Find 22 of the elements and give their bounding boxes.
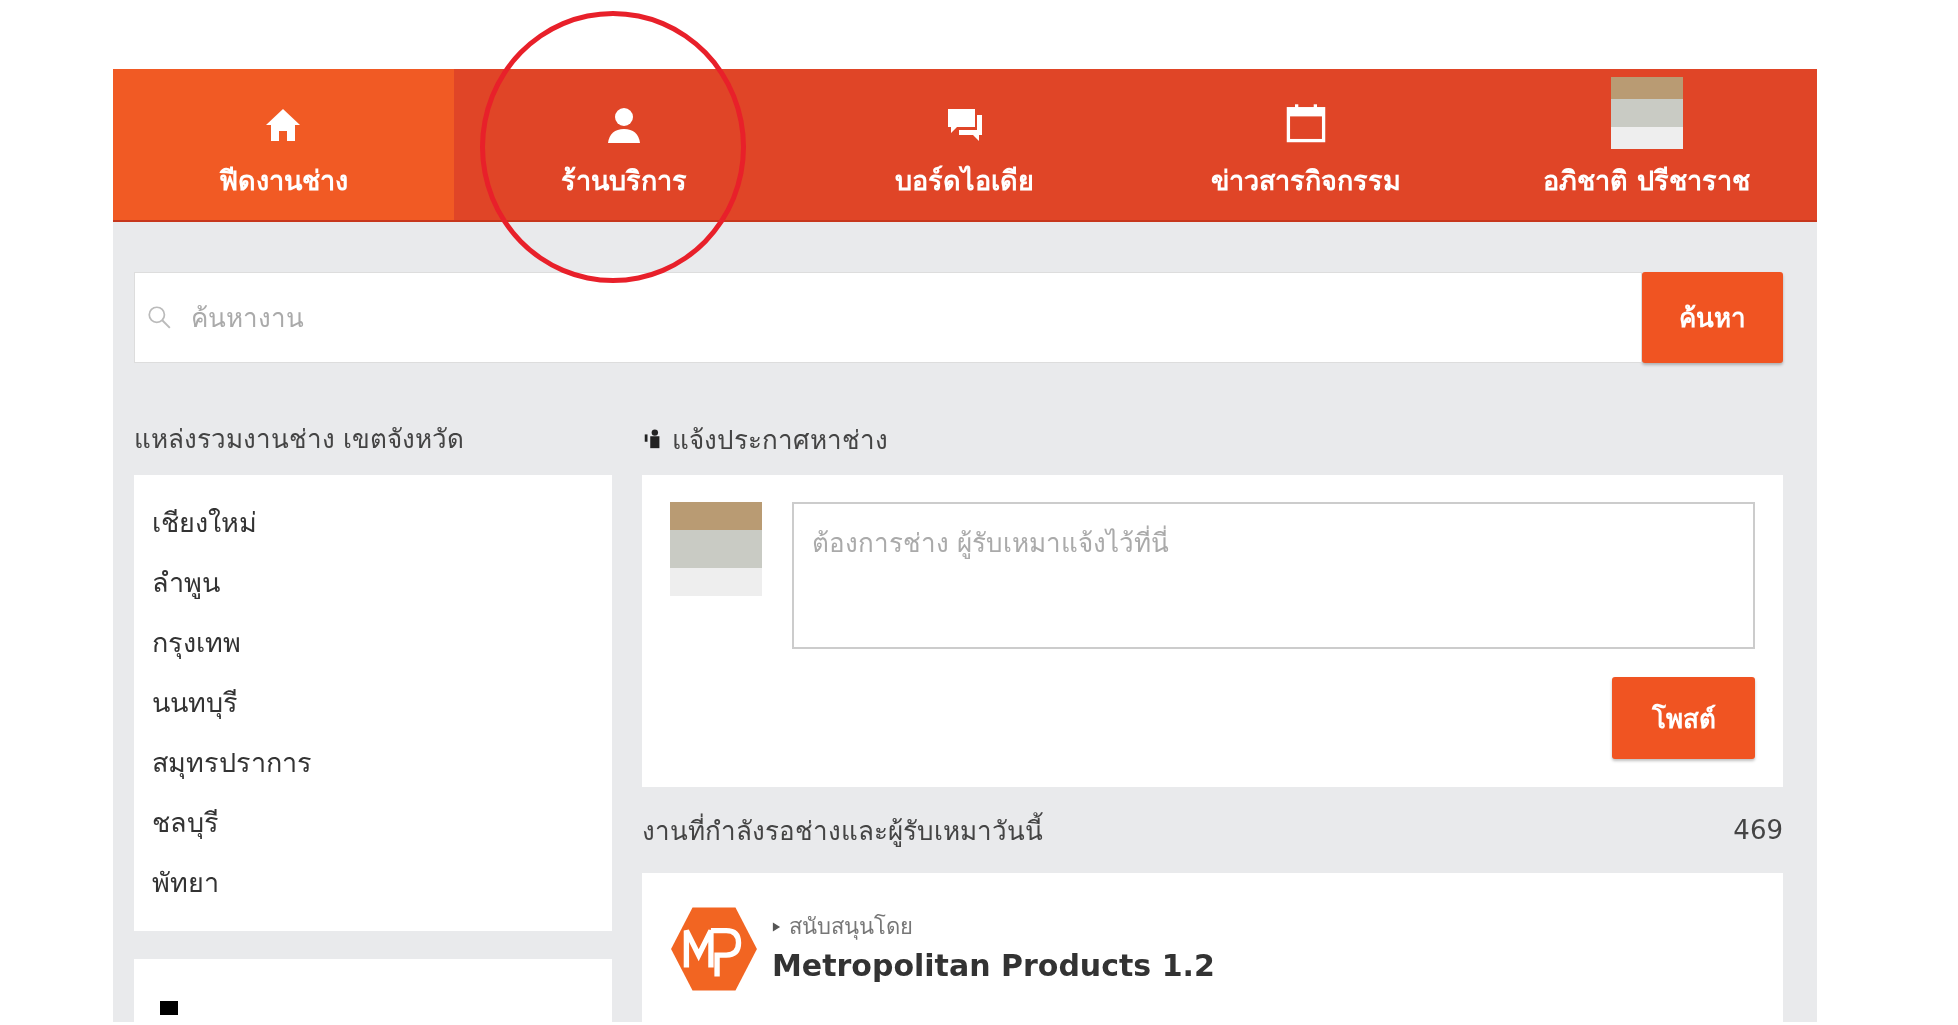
search-button[interactable]: ค้นหา [1642,272,1783,363]
province-link[interactable]: พัทยา [152,853,219,913]
province-link[interactable]: นนทบุรี [152,673,238,733]
nav-tab[interactable]: บอร์ดไอเดีย [794,69,1136,220]
province-link[interactable]: เชียงใหม่ [152,493,257,553]
province-link[interactable]: ชลบุรี [152,793,219,853]
post-textarea[interactable]: ต้องการช่าง ผู้รับเหมาแจ้งไว้ที่นี่ [792,502,1755,649]
section-title: งานที่กำลังรอช่างและผู้รับเหมาวันนี้ [642,809,1043,851]
job-count: 469 [1733,815,1783,845]
section-title: แหล่งรวมงานช่าง เขตจังหวัด [134,423,466,456]
nav-tab[interactable]: ร้านบริการ [453,69,795,220]
post-button[interactable]: โพสต์ [1612,677,1755,759]
sponsor-name[interactable]: Metropolitan Products 1.2 [772,948,1215,983]
search-field[interactable]: ค้นหางาน [134,272,1642,363]
section-title: แจ้งประกาศหาช่าง [672,423,888,457]
nav-tab[interactable]: ข่าวสารกิจกรรม [1135,69,1477,220]
triangle-icon [772,920,781,933]
province-link[interactable]: ลำพูน [152,553,220,613]
nav-tab[interactable]: อภิชาติ ปรีชาราช [1476,69,1817,220]
sponsor-label: สนับสนุนโดย [789,913,913,942]
province-link[interactable]: สมุทรปราการ [152,733,312,793]
province-link[interactable]: กรุงเทพ [152,613,241,673]
